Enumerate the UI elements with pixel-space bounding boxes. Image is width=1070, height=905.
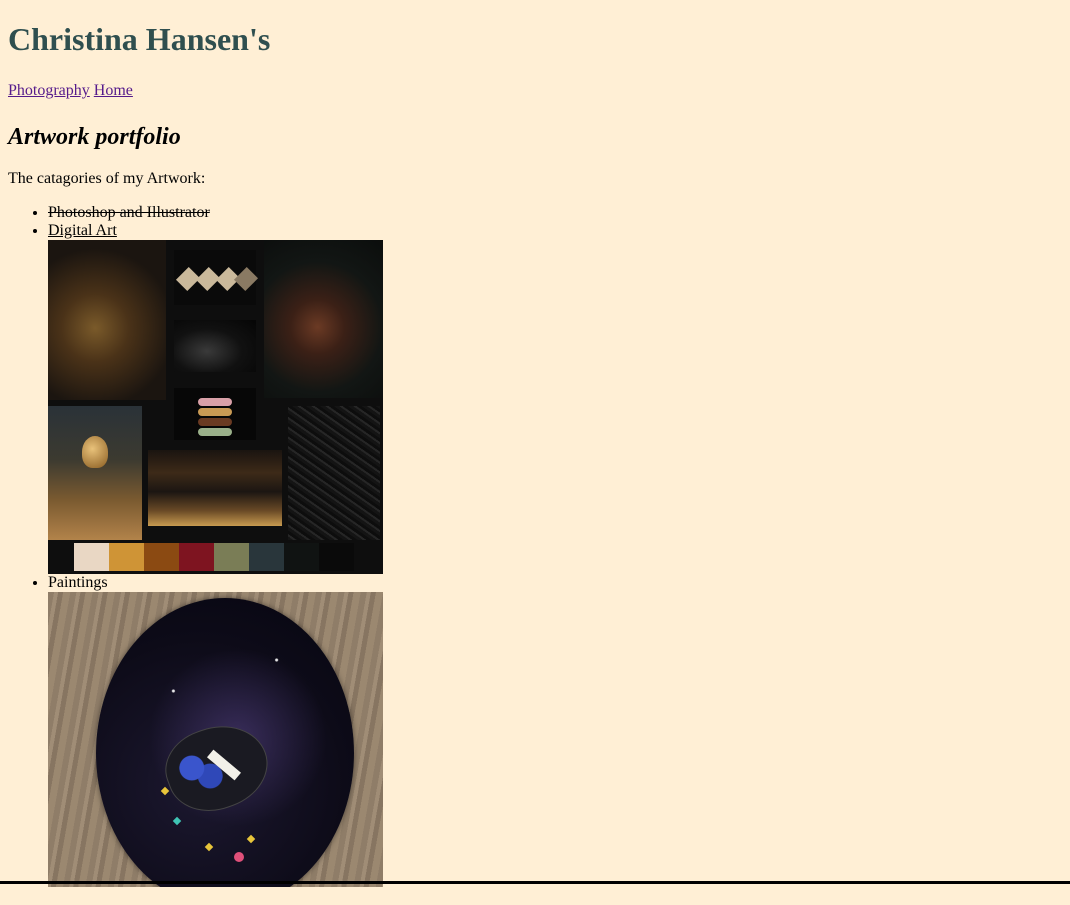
pouring-tea-photo [48, 406, 142, 540]
nav-link-photography[interactable]: Photography [8, 82, 90, 99]
section-title: Artwork portfolio [8, 124, 181, 150]
list-item: Digital Art [48, 222, 1062, 574]
tea-bags-photo [174, 250, 259, 305]
nav-link-home[interactable]: Home [94, 82, 133, 99]
palette-swatch [249, 543, 284, 571]
list-item: Paintings [48, 574, 1062, 887]
galaxy-witch-hat-painting-image [48, 592, 383, 887]
palette-swatch [319, 543, 354, 571]
tea-cup-photo [264, 240, 383, 398]
palette-swatch [144, 543, 179, 571]
macarons-photo [174, 388, 256, 440]
palette-swatch [214, 543, 249, 571]
palette-swatch [179, 543, 214, 571]
digital-art-moodboard-image [48, 240, 383, 574]
potion-charm [234, 852, 244, 862]
loose-tea-leaves-photo [288, 406, 380, 540]
category-list: Photoshop and Illustrator Digital Art [8, 204, 1062, 887]
site-title: Christina Hansen's [8, 21, 271, 57]
intro-text: The catagories of my Artwork: [8, 170, 206, 187]
category-digital-art[interactable]: Digital Art [48, 222, 117, 239]
category-paintings: Paintings [48, 574, 108, 591]
palette-swatch [109, 543, 144, 571]
palette-swatch [284, 543, 319, 571]
page: Christina Hansen's Photography Home Artw… [0, 21, 1070, 887]
cake-slices-photo [148, 450, 282, 526]
nav-bar: Photography Home [8, 82, 1062, 100]
teapot-photo [174, 320, 256, 372]
category-photoshop-illustrator: Photoshop and Illustrator [48, 204, 210, 221]
tea-infuser-photo [48, 240, 166, 400]
list-item: Photoshop and Illustrator [48, 204, 1062, 222]
color-palette [74, 543, 354, 571]
palette-swatch [74, 543, 109, 571]
